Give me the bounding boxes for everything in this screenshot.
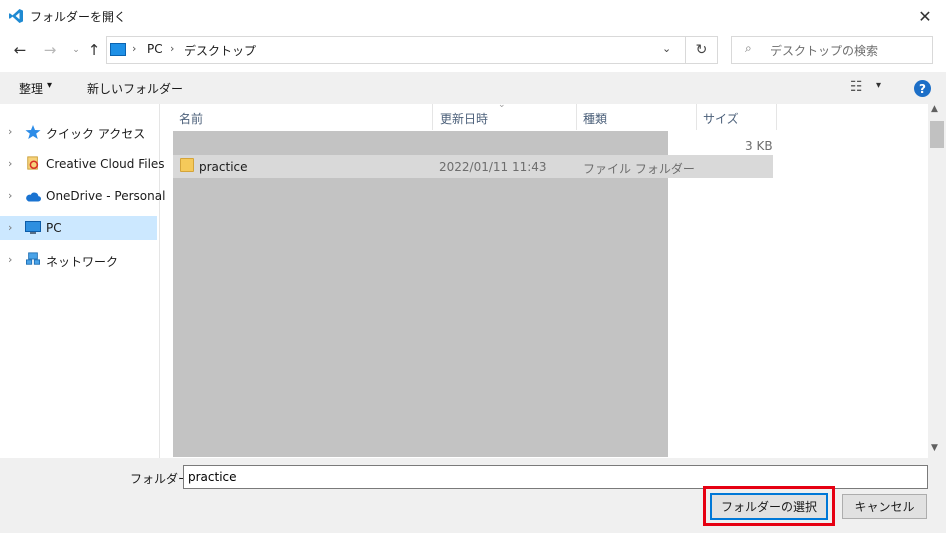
help-icon[interactable]: ? (914, 80, 931, 97)
caret-down-icon[interactable]: ▾ (47, 80, 52, 91)
expand-chevron-icon[interactable]: › (8, 253, 12, 266)
title-bar (0, 0, 946, 32)
column-divider[interactable] (432, 104, 433, 130)
pc-icon (25, 221, 41, 234)
search-placeholder: デスクトップの検索 (770, 44, 879, 58)
vertical-scrollbar[interactable] (928, 104, 946, 458)
star-icon (25, 125, 41, 139)
expand-chevron-icon[interactable]: › (8, 189, 12, 202)
column-divider[interactable] (776, 104, 777, 130)
breadcrumb-separator-icon[interactable]: › (170, 42, 174, 55)
sidebar-item-creative-cloud[interactable]: Creative Cloud Files (46, 157, 165, 171)
cloud-icon (26, 192, 41, 202)
back-arrow-icon[interactable]: ← (10, 40, 30, 60)
breadcrumb-separator-icon[interactable]: › (132, 42, 136, 55)
new-folder-button[interactable]: 新しいフォルダー (87, 80, 183, 97)
sidebar-item-quick-access[interactable]: クイック アクセス (46, 125, 145, 142)
close-icon[interactable]: ✕ (906, 2, 944, 30)
pc-icon (110, 43, 126, 56)
scrollbar-thumb[interactable] (930, 121, 944, 148)
search-icon: ⌕ (745, 41, 752, 55)
cancel-button[interactable]: キャンセル (842, 494, 927, 519)
scroll-up-icon[interactable]: ▲ (931, 104, 938, 114)
scroll-down-icon[interactable]: ▼ (931, 443, 938, 453)
chevron-down-icon[interactable]: ⌄ (662, 42, 671, 55)
file-type: ファイル フォルダー (583, 162, 695, 176)
column-divider[interactable] (576, 104, 577, 130)
creative-cloud-icon (27, 156, 39, 170)
column-header-size[interactable]: サイズ (703, 110, 739, 127)
forward-arrow-icon[interactable]: → (40, 40, 60, 60)
column-header-bar (172, 104, 928, 130)
column-header-name[interactable]: 名前 (179, 110, 203, 127)
file-name[interactable]: practice (199, 160, 248, 174)
caret-down-icon[interactable]: ▾ (876, 80, 881, 91)
breadcrumb-desktop[interactable]: デスクトップ (184, 42, 256, 59)
window-title: フォルダーを開く (30, 10, 127, 24)
organize-button[interactable]: 整理 (19, 80, 43, 97)
expand-chevron-icon[interactable]: › (8, 125, 12, 138)
recent-locations-chevron-icon[interactable]: ⌄ (66, 40, 86, 60)
view-options-icon[interactable]: ☷ (850, 79, 863, 95)
sidebar-item-network[interactable]: ネットワーク (46, 253, 118, 270)
folder-icon (180, 158, 194, 172)
select-folder-button[interactable]: フォルダーの選択 (710, 493, 828, 520)
column-header-date[interactable]: 更新日時 (440, 110, 488, 127)
expand-chevron-icon[interactable]: › (8, 157, 12, 170)
sort-indicator-icon: ⌄ (498, 100, 506, 110)
network-icon (26, 252, 40, 265)
vscode-logo-icon (9, 9, 23, 23)
sidebar-selection-highlight (0, 216, 157, 240)
sidebar-item-pc[interactable]: PC (46, 221, 62, 235)
column-header-type[interactable]: 種類 (583, 110, 607, 127)
file-date: 2022/01/11 11:43 (439, 160, 547, 174)
redacted-file-area (173, 131, 668, 457)
up-arrow-icon[interactable]: ↑ (84, 40, 104, 60)
column-divider[interactable] (696, 104, 697, 130)
expand-chevron-icon[interactable]: › (8, 221, 12, 234)
breadcrumb-pc[interactable]: PC (147, 42, 163, 56)
file-size-text: 3 KB (745, 139, 773, 153)
sidebar-item-onedrive[interactable]: OneDrive - Personal (46, 189, 165, 203)
refresh-icon[interactable]: ↻ (686, 36, 718, 64)
